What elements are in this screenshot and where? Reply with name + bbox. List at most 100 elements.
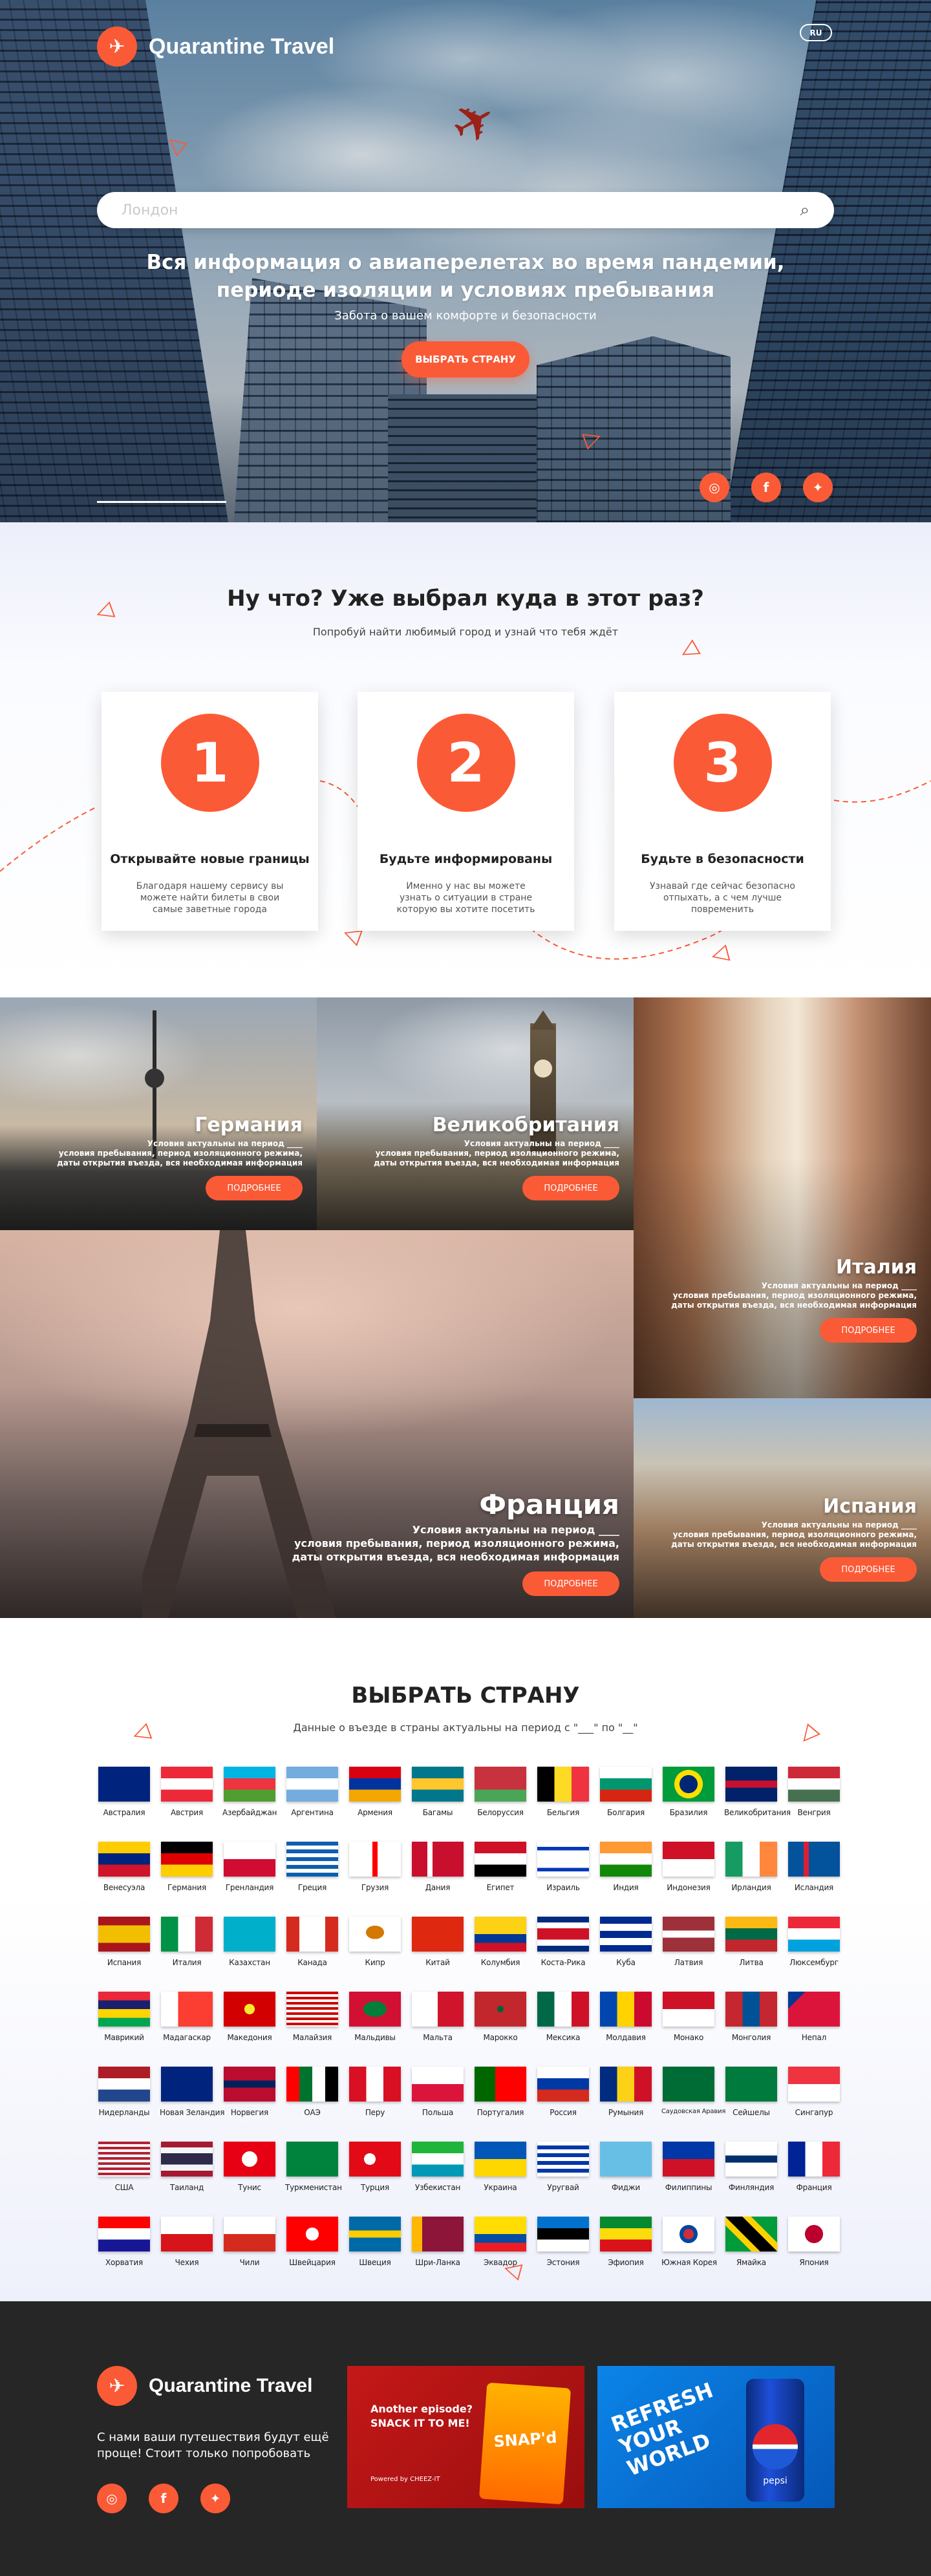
country-item[interactable]: Грузия <box>348 1842 402 1892</box>
destination-tile-france[interactable]: Франция Условия актуальны на период ____… <box>0 1230 634 1618</box>
country-item[interactable]: Израиль <box>536 1842 590 1892</box>
country-item[interactable]: Монголия <box>724 1992 778 2042</box>
country-item[interactable]: Италия <box>160 1917 214 1967</box>
country-item[interactable]: Великобритания <box>724 1767 791 1817</box>
country-item[interactable]: Туркменистан <box>285 2142 342 2192</box>
language-switch[interactable]: RU <box>800 24 832 41</box>
country-item[interactable]: Ямайка <box>724 2217 778 2267</box>
slider-indicator[interactable] <box>97 501 226 503</box>
country-item[interactable]: Болгария <box>599 1767 653 1817</box>
facebook-icon[interactable]: f <box>751 473 781 502</box>
country-item[interactable]: Тунис <box>222 2142 277 2192</box>
country-item[interactable]: Таиланд <box>160 2142 214 2192</box>
country-item[interactable]: Аргентина <box>285 1767 339 1817</box>
country-item[interactable]: Малайзия <box>285 1992 339 2042</box>
country-item[interactable]: Чехия <box>160 2217 214 2267</box>
country-item[interactable]: Марокко <box>473 1992 528 2042</box>
details-button[interactable]: ПОДРОБНЕЕ <box>820 1318 917 1343</box>
country-item[interactable]: Сейшелы <box>724 2067 778 2117</box>
country-item[interactable]: Фиджи <box>599 2142 653 2192</box>
advertisement-banner[interactable]: REFRESH YOUR WORLD pepsi <box>597 2366 835 2508</box>
search-bar[interactable]: ⌕ <box>97 192 834 228</box>
twitter-icon[interactable]: ✦ <box>200 2484 230 2513</box>
search-icon[interactable]: ⌕ <box>800 200 809 220</box>
country-item[interactable]: Венесуэла <box>97 1842 151 1892</box>
country-item[interactable]: Багамы <box>411 1767 465 1817</box>
advertisement-banner[interactable]: Another episode? SNACK IT TO ME! Powered… <box>347 2366 584 2508</box>
country-item[interactable]: Австралия <box>97 1767 151 1817</box>
country-item[interactable]: США <box>97 2142 151 2192</box>
country-item[interactable]: Австрия <box>160 1767 214 1817</box>
country-item[interactable]: Румыния <box>599 2067 653 2117</box>
country-item[interactable]: Португалия <box>473 2067 528 2117</box>
country-item[interactable]: Гренландия <box>222 1842 277 1892</box>
country-item[interactable]: Шри-Ланка <box>411 2217 465 2267</box>
country-item[interactable]: Перу <box>348 2067 402 2117</box>
country-item[interactable]: Япония <box>787 2217 841 2267</box>
country-item[interactable]: Норвегия <box>222 2067 277 2117</box>
details-button[interactable]: ПОДРОБНЕЕ <box>522 1176 619 1200</box>
country-item[interactable]: Франция <box>787 2142 841 2192</box>
country-item[interactable]: Эквадор <box>473 2217 528 2267</box>
country-item[interactable]: Швеция <box>348 2217 402 2267</box>
country-item[interactable]: Финляндия <box>724 2142 778 2192</box>
country-item[interactable]: Саудовская Аравия <box>661 2067 725 2117</box>
country-item[interactable]: Ирландия <box>724 1842 778 1892</box>
country-item[interactable]: Эфиопия <box>599 2217 653 2267</box>
country-item[interactable]: Мальта <box>411 1992 465 2042</box>
country-item[interactable]: Исландия <box>787 1842 841 1892</box>
country-item[interactable]: Новая Зеландия <box>160 2067 224 2117</box>
country-item[interactable]: Уругвай <box>536 2142 590 2192</box>
country-item[interactable]: Россия <box>536 2067 590 2117</box>
country-item[interactable]: Сингапур <box>787 2067 841 2117</box>
footer-logo[interactable]: ✈ Quarantine Travel <box>97 2366 312 2406</box>
country-item[interactable]: Мадагаскар <box>160 1992 214 2042</box>
country-item[interactable]: Латвия <box>661 1917 716 1967</box>
country-item[interactable]: Монако <box>661 1992 716 2042</box>
country-item[interactable]: Швейцария <box>285 2217 339 2267</box>
country-item[interactable]: Турция <box>348 2142 402 2192</box>
instagram-icon[interactable]: ◎ <box>97 2484 127 2513</box>
country-item[interactable]: Непал <box>787 1992 841 2042</box>
country-item[interactable]: Армения <box>348 1767 402 1817</box>
country-item[interactable]: Венгрия <box>787 1767 841 1817</box>
country-item[interactable]: Бельгия <box>536 1767 590 1817</box>
country-item[interactable]: Филиппины <box>661 2142 716 2192</box>
country-item[interactable]: Индонезия <box>661 1842 716 1892</box>
site-logo[interactable]: ✈ Quarantine Travel <box>97 27 334 67</box>
country-item[interactable]: Мексика <box>536 1992 590 2042</box>
destination-tile-uk[interactable]: Великобритания Условия актуальны на пери… <box>317 997 634 1230</box>
details-button[interactable]: ПОДРОБНЕЕ <box>206 1176 303 1200</box>
country-item[interactable]: Мальдивы <box>348 1992 402 2042</box>
country-item[interactable]: Колумбия <box>473 1917 528 1967</box>
country-item[interactable]: Коста-Рика <box>536 1917 590 1967</box>
country-item[interactable]: Южная Корея <box>661 2217 717 2267</box>
country-item[interactable]: Дания <box>411 1842 465 1892</box>
country-item[interactable]: Канада <box>285 1917 339 1967</box>
details-button[interactable]: ПОДРОБНЕЕ <box>522 1571 619 1596</box>
country-item[interactable]: Люксембург <box>787 1917 841 1967</box>
instagram-icon[interactable]: ◎ <box>700 473 729 502</box>
country-item[interactable]: Польша <box>411 2067 465 2117</box>
destination-tile-germany[interactable]: Германия Условия актуальны на период ___… <box>0 997 317 1230</box>
country-item[interactable]: Бразилия <box>661 1767 716 1817</box>
country-item[interactable]: Нидерланды <box>97 2067 151 2117</box>
country-item[interactable]: Хорватия <box>97 2217 151 2267</box>
country-item[interactable]: Азербайджан <box>222 1767 277 1817</box>
country-item[interactable]: Куба <box>599 1917 653 1967</box>
facebook-icon[interactable]: f <box>149 2484 178 2513</box>
destination-tile-italy[interactable]: Италия Условия актуальны на период ____ … <box>634 997 931 1398</box>
country-item[interactable]: Маврикий <box>97 1992 151 2042</box>
search-input[interactable] <box>122 202 800 218</box>
twitter-icon[interactable]: ✦ <box>803 473 833 502</box>
country-item[interactable]: Греция <box>285 1842 339 1892</box>
country-item[interactable]: Узбекистан <box>411 2142 465 2192</box>
choose-country-button[interactable]: ВЫБРАТЬ СТРАНУ <box>401 341 530 378</box>
country-item[interactable]: ОАЭ <box>285 2067 339 2117</box>
country-item[interactable]: Египет <box>473 1842 528 1892</box>
country-item[interactable]: Чили <box>222 2217 277 2267</box>
country-item[interactable]: Индия <box>599 1842 653 1892</box>
country-item[interactable]: Казахстан <box>222 1917 277 1967</box>
country-item[interactable]: Литва <box>724 1917 778 1967</box>
country-item[interactable]: Эстония <box>536 2217 590 2267</box>
